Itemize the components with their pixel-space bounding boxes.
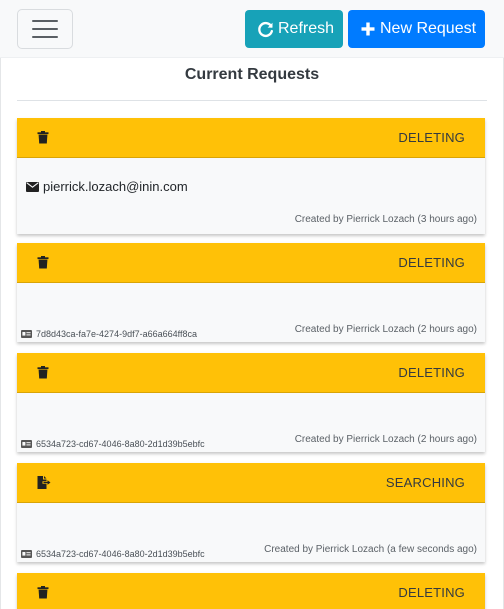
request-card-header: DELETING — [17, 243, 485, 283]
request-id: 7d8d43ca-fa7e-4274-9df7-a66a664ff8ca — [21, 329, 197, 339]
hamburger-icon-line — [32, 20, 58, 22]
request-card-header: DELETING — [17, 118, 485, 158]
new-request-label: New Request — [380, 20, 477, 37]
id-card-icon — [21, 550, 32, 558]
request-card: DELETING 6534a723-cd67-4046-8a80-2d1d39b… — [17, 353, 485, 452]
request-card-body: 6534a723-cd67-4046-8a80-2d1d39b5ebfc Cre… — [17, 393, 485, 452]
request-card: DELETING 7d8d43ca-fa7e-4274-9df7-a66a664… — [17, 243, 485, 342]
request-card: DELETING pierrick.lozach@inin.com Create… — [17, 118, 485, 234]
refresh-button[interactable]: Refresh — [245, 10, 343, 48]
plus-icon — [360, 20, 376, 38]
request-id: 6534a723-cd67-4046-8a80-2d1d39b5ebfc — [21, 549, 205, 559]
email-text: pierrick.lozach@inin.com — [26, 179, 188, 194]
divider — [17, 100, 487, 101]
created-by-text: Created by Pierrick Lozach (3 hours ago) — [294, 214, 477, 225]
request-card-header: SEARCHING — [17, 463, 485, 503]
created-by-text: Created by Pierrick Lozach (a few second… — [264, 544, 477, 555]
request-id-value: 7d8d43ca-fa7e-4274-9df7-a66a664ff8ca — [36, 329, 197, 339]
request-card-header: DELETING — [17, 353, 485, 393]
new-request-button[interactable]: New Request — [348, 10, 485, 48]
status-badge: DELETING — [398, 365, 465, 380]
id-card-icon — [21, 330, 32, 338]
trash-icon[interactable] — [37, 130, 51, 145]
created-by-text: Created by Pierrick Lozach (2 hours ago) — [294, 324, 477, 335]
request-card-body: 7d8d43ca-fa7e-4274-9df7-a66a664ff8ca Cre… — [17, 283, 485, 342]
trash-icon[interactable] — [37, 255, 51, 270]
hamburger-icon-line — [32, 36, 58, 38]
status-badge: SEARCHING — [385, 475, 465, 490]
request-id-value: 6534a723-cd67-4046-8a80-2d1d39b5ebfc — [36, 439, 205, 449]
top-navbar: Refresh New Request — [0, 0, 504, 58]
trash-icon[interactable] — [37, 365, 51, 380]
request-card: DELETING — [17, 573, 485, 609]
request-id-value: 6534a723-cd67-4046-8a80-2d1d39b5ebfc — [36, 549, 205, 559]
request-card-body: 6534a723-cd67-4046-8a80-2d1d39b5ebfc Cre… — [17, 503, 485, 562]
page-title: Current Requests — [184, 66, 320, 83]
request-card-body: pierrick.lozach@inin.com Created by Pier… — [17, 158, 485, 234]
email-value: pierrick.lozach@inin.com — [43, 179, 188, 194]
envelope-icon — [26, 181, 39, 192]
refresh-label: Refresh — [278, 20, 335, 37]
request-card: SEARCHING 6534a723-cd67-4046-8a80-2d1d39… — [17, 463, 485, 562]
trash-icon[interactable] — [37, 585, 51, 600]
request-card-header: DELETING — [17, 573, 485, 609]
menu-toggle-button[interactable] — [17, 9, 73, 49]
id-card-icon — [21, 440, 32, 448]
hamburger-icon-line — [32, 28, 58, 30]
status-badge: DELETING — [398, 130, 465, 145]
request-id: 6534a723-cd67-4046-8a80-2d1d39b5ebfc — [21, 439, 205, 449]
status-badge: DELETING — [398, 585, 465, 600]
file-export-icon[interactable] — [37, 475, 51, 490]
created-by-text: Created by Pierrick Lozach (2 hours ago) — [294, 434, 477, 445]
status-badge: DELETING — [398, 255, 465, 270]
refresh-icon — [257, 20, 274, 38]
